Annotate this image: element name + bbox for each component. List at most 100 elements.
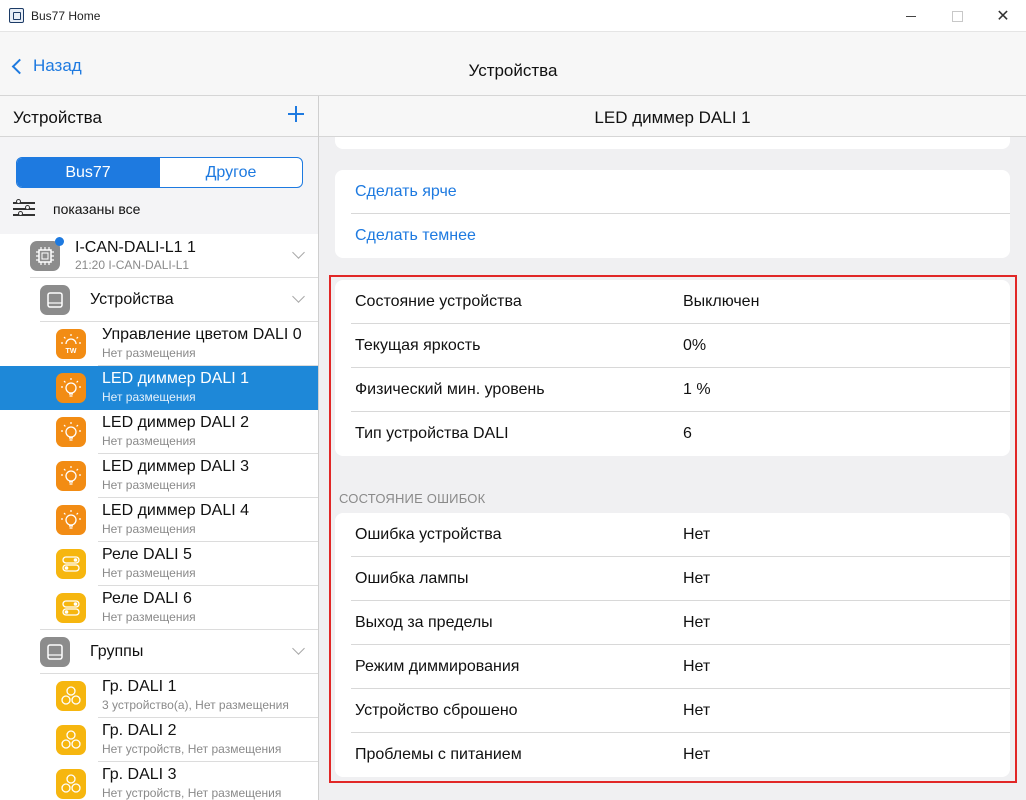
- status-row: Тип устройства DALI 6: [335, 412, 1010, 456]
- status-key: Тип устройства DALI: [355, 425, 509, 442]
- groups-group-row[interactable]: Группы: [0, 630, 318, 674]
- error-value: Нет: [683, 570, 711, 587]
- device-name: LED диммер DALI 3: [102, 458, 249, 475]
- brighter-button[interactable]: Сделать ярче: [355, 183, 457, 201]
- sidebar: Устройства Bus77 Другое показаны все I-C…: [0, 96, 319, 800]
- group-row[interactable]: Гр. DALI 3 Нет устройств, Нет размещения: [0, 762, 318, 800]
- chevron-down-icon[interactable]: [292, 246, 305, 259]
- error-value: Нет: [683, 526, 711, 543]
- status-value: 0%: [683, 337, 707, 354]
- bulb-icon: [56, 505, 86, 535]
- error-row: Проблемы с питанием Нет: [335, 733, 1010, 777]
- group-sub: Нет устройств, Нет размещения: [102, 742, 282, 756]
- online-status-dot: [55, 237, 64, 246]
- detail-header: LED диммер DALI 1: [319, 96, 1026, 137]
- error-value: Нет: [683, 702, 711, 719]
- device-row[interactable]: TW Управление цветом DALI 0 Нет размещен…: [0, 322, 318, 366]
- device-name: LED диммер DALI 1: [102, 370, 249, 387]
- error-key: Устройство сброшено: [355, 702, 518, 719]
- errors-card: Ошибка устройства Нет Ошибка лампы Нет В…: [335, 513, 1010, 777]
- folder-icon: [40, 285, 70, 315]
- group-name: Гр. DALI 1: [102, 678, 177, 695]
- gateway-sub: 21:20 I-CAN-DALI-L1: [75, 258, 190, 272]
- segment-other[interactable]: Другое: [159, 158, 302, 187]
- filter-button[interactable]: показаны все: [13, 199, 141, 218]
- devices-group-row[interactable]: Устройства: [0, 278, 318, 322]
- sidebar-title: Устройства: [13, 108, 102, 127]
- add-device-button[interactable]: [286, 104, 306, 124]
- group-bulbs-icon: [56, 725, 86, 755]
- error-row: Режим диммирования Нет: [335, 645, 1010, 689]
- sidebar-header: Устройства: [0, 96, 318, 137]
- error-key: Проблемы с питанием: [355, 746, 522, 763]
- relay-toggle-icon: [56, 593, 86, 623]
- error-row: Выход за пределы Нет: [335, 601, 1010, 645]
- device-name: LED диммер DALI 2: [102, 414, 249, 431]
- error-key: Ошибка лампы: [355, 570, 469, 587]
- close-button[interactable]: ✕: [980, 0, 1026, 32]
- status-card: Состояние устройства Выключен Текущая яр…: [335, 280, 1010, 456]
- error-key: Режим диммирования: [355, 658, 520, 675]
- window-titlebar: Bus77 Home ✕: [0, 0, 1026, 32]
- device-row[interactable]: LED диммер DALI 3 Нет размещения: [0, 454, 318, 498]
- errors-section-header: СОСТОЯНИЕ ОШИБОК: [339, 491, 486, 506]
- error-key: Ошибка устройства: [355, 526, 502, 543]
- gateway-row[interactable]: I-CAN-DALI-L1 1 21:20 I-CAN-DALI-L1: [0, 234, 318, 278]
- device-location: Нет размещения: [102, 390, 196, 404]
- device-row[interactable]: LED диммер DALI 4 Нет размещения: [0, 498, 318, 542]
- device-row-selected[interactable]: LED диммер DALI 1 Нет размещения: [0, 366, 318, 410]
- filter-label: показаны все: [53, 201, 141, 217]
- status-value: 6: [683, 425, 692, 442]
- minimize-button[interactable]: [888, 0, 934, 32]
- darker-button[interactable]: Сделать темнее: [355, 227, 476, 245]
- status-row: Состояние устройства Выключен: [335, 280, 1010, 324]
- page-title: Устройства: [468, 61, 558, 80]
- device-row[interactable]: Реле DALI 6 Нет размещения: [0, 586, 318, 630]
- tw-bulb-icon: TW: [56, 329, 86, 359]
- actions-card: Сделать ярче Сделать темнее: [335, 170, 1010, 258]
- relay-toggle-icon: [56, 549, 86, 579]
- svg-text:TW: TW: [66, 348, 77, 355]
- group-bulbs-icon: [56, 769, 86, 799]
- device-row[interactable]: LED диммер DALI 2 Нет размещения: [0, 410, 318, 454]
- error-value: Нет: [683, 746, 711, 763]
- app-logo-icon: [9, 8, 24, 23]
- detail-title: LED диммер DALI 1: [594, 108, 751, 127]
- nav-bar: Назад Устройства: [0, 32, 1026, 96]
- status-row: Текущая яркость 0%: [335, 324, 1010, 368]
- group-row[interactable]: Гр. DALI 2 Нет устройств, Нет размещения: [0, 718, 318, 762]
- chevron-down-icon[interactable]: [292, 290, 305, 303]
- segment-bus77[interactable]: Bus77: [17, 158, 159, 187]
- error-value: Нет: [683, 614, 711, 631]
- error-key: Выход за пределы: [355, 614, 493, 631]
- device-row[interactable]: Реле DALI 5 Нет размещения: [0, 542, 318, 586]
- status-key: Состояние устройства: [355, 293, 522, 310]
- group-row[interactable]: Гр. DALI 1 3 устройство(а), Нет размещен…: [0, 674, 318, 718]
- status-value: Выключен: [683, 293, 760, 310]
- status-key: Физический мин. уровень: [355, 381, 545, 398]
- window-title: Bus77 Home: [31, 9, 101, 23]
- source-segmented-control: Bus77 Другое: [16, 157, 303, 188]
- bulb-icon: [56, 417, 86, 447]
- device-location: Нет размещения: [102, 610, 196, 624]
- chevron-down-icon[interactable]: [292, 642, 305, 655]
- device-location: Нет размещения: [102, 434, 196, 448]
- chip-icon: [30, 241, 60, 271]
- darker-row[interactable]: Сделать темнее: [335, 214, 1010, 258]
- group-sub: 3 устройство(а), Нет размещения: [102, 698, 289, 712]
- brighter-row[interactable]: Сделать ярче: [335, 170, 1010, 214]
- device-name: Реле DALI 5: [102, 546, 192, 563]
- error-row: Ошибка лампы Нет: [335, 557, 1010, 601]
- error-value: Нет: [683, 658, 711, 675]
- device-location: Нет размещения: [102, 566, 196, 580]
- error-row: Ошибка устройства Нет: [335, 513, 1010, 557]
- group-name: Гр. DALI 3: [102, 766, 177, 783]
- bulb-icon: [56, 373, 86, 403]
- maximize-button[interactable]: [934, 0, 980, 32]
- group-name: Гр. DALI 2: [102, 722, 177, 739]
- status-value: 1 %: [683, 381, 711, 398]
- devices-group-label: Устройства: [90, 291, 174, 308]
- folder-icon: [40, 637, 70, 667]
- device-location: Нет размещения: [102, 346, 196, 360]
- device-location: Нет размещения: [102, 522, 196, 536]
